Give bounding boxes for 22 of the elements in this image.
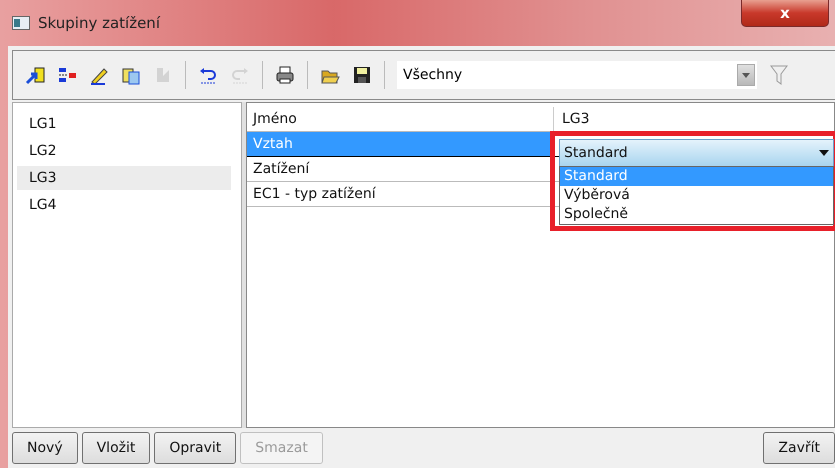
list-item[interactable]: LG3 <box>17 166 231 190</box>
caret-icon <box>742 72 750 78</box>
caret-icon <box>819 150 829 156</box>
property-value[interactable]: LG3 <box>554 107 834 131</box>
arrow-list-icon <box>25 65 45 85</box>
redo-icon <box>230 65 250 85</box>
list-item[interactable]: LG2 <box>17 139 231 163</box>
close-button[interactable]: x <box>741 0 829 27</box>
save-icon <box>352 65 372 85</box>
action-button[interactable]: Nový <box>12 432 78 464</box>
print-icon <box>275 65 295 85</box>
list-item[interactable]: LG1 <box>17 112 231 136</box>
window-icon <box>12 16 30 30</box>
filter-combo[interactable]: Všechny <box>397 61 757 89</box>
action-button[interactable]: Opravit <box>154 432 236 464</box>
list-item[interactable]: LG4 <box>17 193 231 217</box>
close-dialog-button[interactable]: Zavřít <box>763 432 835 464</box>
window-title: Skupiny zatížení <box>38 14 160 32</box>
undo-icon <box>198 65 218 85</box>
action-button[interactable]: Vložit <box>82 432 150 464</box>
dropdown-arrow-button[interactable] <box>737 64 755 86</box>
dropdown-field[interactable]: Standard <box>559 139 834 167</box>
